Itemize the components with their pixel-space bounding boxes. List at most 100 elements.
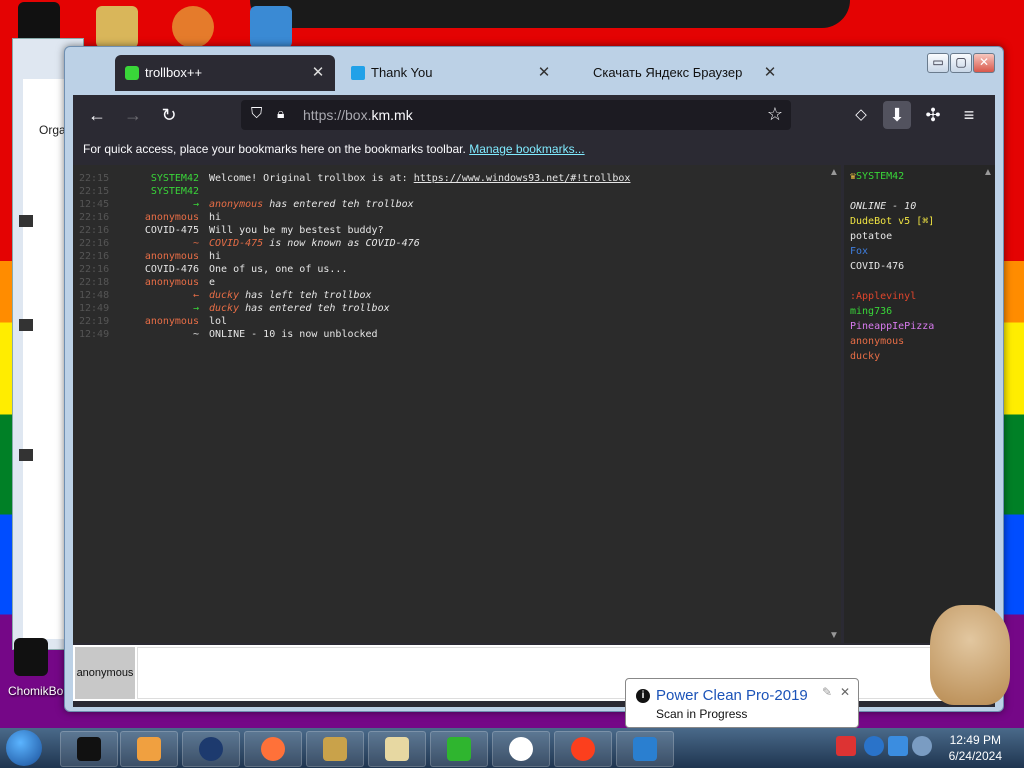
- desktop-top-shape: [250, 0, 850, 28]
- taskbar-app-yandex[interactable]: [492, 731, 550, 767]
- forward-arrow-icon[interactable]: →: [119, 101, 147, 129]
- close-button[interactable]: ✕: [973, 53, 995, 73]
- chat-message: ducky has left teh trollbox: [209, 290, 372, 301]
- maximize-button[interactable]: ▢: [950, 53, 972, 73]
- notification-subtitle: Scan in Progress: [656, 707, 748, 721]
- taskbar-app-globe[interactable]: [182, 731, 240, 767]
- chat-nick[interactable]: COVID-476: [113, 264, 199, 275]
- chat-nick[interactable]: →: [113, 303, 199, 314]
- lock-icon[interactable]: 🔒︎: [277, 105, 284, 122]
- scroll-down-icon[interactable]: ▼: [829, 630, 839, 641]
- chat-nick[interactable]: SYSTEM42: [113, 186, 199, 197]
- clock-time: 12:49 PM: [949, 733, 1001, 747]
- tab-label: trollbox++: [145, 65, 203, 80]
- chat-message: Will you be my bestest buddy?: [209, 225, 384, 236]
- chat-nick[interactable]: COVID-475: [113, 225, 199, 236]
- scroll-up-icon[interactable]: ▲: [983, 167, 993, 178]
- shield-icon[interactable]: ⛉: [251, 105, 262, 122]
- desktop-icon-browser[interactable]: [172, 6, 214, 48]
- desktop-icon-shield[interactable]: [250, 6, 292, 48]
- url-bar[interactable]: ⛉ 🔒︎ https://box.km.mk ☆: [241, 100, 791, 130]
- tab-label: Thank You: [371, 65, 433, 80]
- tray-icon-network[interactable]: [864, 736, 884, 756]
- user-list-item[interactable]: potatoe: [850, 231, 892, 242]
- user-list-item[interactable]: ducky: [850, 351, 880, 362]
- taskbar-app-security[interactable]: [616, 731, 674, 767]
- chat-message-text: lol: [209, 316, 228, 327]
- chat-nick[interactable]: →: [113, 199, 199, 210]
- chat-nick[interactable]: anonymous: [113, 212, 199, 223]
- back-arrow-icon[interactable]: ←: [83, 101, 111, 129]
- taskbar-app-chomikbox[interactable]: [306, 731, 364, 767]
- chat-message-text: has left teh trollbox: [239, 290, 372, 301]
- chat-link[interactable]: https://www.windows93.net/#!trollbox: [414, 173, 631, 184]
- bookmark-star-icon[interactable]: ☆: [767, 104, 783, 125]
- message-input[interactable]: [137, 647, 991, 699]
- pin-icon[interactable]: ✎: [822, 685, 832, 699]
- notification-close-button[interactable]: ✕: [840, 685, 850, 699]
- chat-timestamp: 22:15: [79, 186, 110, 197]
- user-list-scrollbar[interactable]: ▲: [981, 165, 995, 643]
- taskbar-app-terminal[interactable]: [60, 731, 118, 767]
- user-list-item[interactable]: anonymous: [850, 336, 904, 347]
- desktop-icon-chomikbox[interactable]: [14, 638, 48, 676]
- tab-close-icon[interactable]: ✕: [761, 63, 779, 81]
- chat-message-nick[interactable]: ducky: [209, 303, 239, 314]
- chat-nick[interactable]: ~: [113, 329, 199, 340]
- chat-message: lol: [209, 316, 227, 327]
- chat-timestamp: 12:48: [79, 290, 110, 301]
- user-list-item[interactable]: COVID-476: [850, 261, 904, 272]
- tray-icon-sync[interactable]: [912, 736, 932, 756]
- manage-bookmarks-link[interactable]: Manage bookmarks...: [469, 142, 584, 156]
- user-list-item[interactable]: PineappIePizza: [850, 321, 934, 332]
- chat-nick[interactable]: anonymous: [113, 251, 199, 262]
- online-count: ONLINE - 10: [850, 201, 917, 212]
- pocket-icon[interactable]: ◇: [847, 101, 875, 129]
- browser-content: ← → ↻ ⛉ 🔒︎ https://box.km.mk ☆ ◇ ⬇ ✣ ≡ F…: [73, 95, 995, 707]
- menu-icon[interactable]: ≡: [955, 101, 983, 129]
- chat-nick[interactable]: anonymous: [113, 277, 199, 288]
- user-list-item[interactable]: Fox: [850, 246, 868, 257]
- taskbar-app-media-player[interactable]: [120, 731, 178, 767]
- chat-nick[interactable]: ~: [113, 238, 199, 249]
- tab-close-icon[interactable]: ✕: [535, 63, 553, 81]
- chat-message-nick[interactable]: COVID-475: [209, 238, 263, 249]
- chat-message-nick[interactable]: ducky: [209, 290, 239, 301]
- tab-trollbox[interactable]: trollbox++ ✕: [115, 55, 335, 91]
- background-list-icon: [19, 319, 33, 331]
- user-list-item[interactable]: ming736: [850, 306, 892, 317]
- user-list-item[interactable]: DudeBot v5 [⌘]: [850, 216, 934, 227]
- power-clean-notification[interactable]: i Power Clean Pro-2019 Scan in Progress …: [625, 678, 859, 728]
- chat-message: COVID-475 is now known as COVID-476: [209, 238, 420, 249]
- tab-thank-you[interactable]: Thank You ✕: [341, 55, 561, 91]
- user-list-item[interactable]: :Applevinyl: [850, 291, 916, 302]
- chat-timestamp: 12:49: [79, 303, 110, 314]
- extensions-icon[interactable]: ✣: [919, 101, 947, 129]
- taskbar-app-firefox[interactable]: [244, 731, 302, 767]
- system-clock[interactable]: 12:49 PM 6/24/2024: [949, 732, 1002, 764]
- desktop-label-chomikbox[interactable]: ChomikBo: [8, 684, 63, 698]
- chat-timestamp: 12:49: [79, 329, 110, 340]
- chat-nick[interactable]: ←: [113, 290, 199, 301]
- taskbar-app-mail[interactable]: [368, 731, 426, 767]
- taskbar-app-yandex-green[interactable]: [430, 731, 488, 767]
- url-text[interactable]: https://box.km.mk: [303, 107, 413, 123]
- start-button[interactable]: [6, 730, 42, 766]
- chat-nick[interactable]: SYSTEM42: [113, 173, 199, 184]
- download-icon[interactable]: ⬇: [883, 101, 911, 129]
- reload-icon[interactable]: ↻: [155, 101, 183, 129]
- scroll-up-icon[interactable]: ▲: [829, 167, 839, 178]
- desktop-icon-folder[interactable]: [96, 6, 138, 48]
- taskbar-app-yandex-red[interactable]: [554, 731, 612, 767]
- tab-yandex-download[interactable]: Скачать Яндекс Браузер ✕: [567, 55, 787, 91]
- chat-message-nick[interactable]: anonymous: [209, 199, 263, 210]
- chat-message-text: Will you be my bestest buddy?: [209, 225, 384, 236]
- tab-close-icon[interactable]: ✕: [309, 63, 327, 81]
- tray-icon-alert[interactable]: [836, 736, 856, 756]
- minimize-button[interactable]: ▭: [927, 53, 949, 73]
- tray-icon-display[interactable]: [888, 736, 908, 756]
- chat-nick[interactable]: anonymous: [113, 316, 199, 327]
- chat-scrollbar[interactable]: ▲ ▼: [827, 165, 841, 643]
- chat-log: 22:15 SYSTEM42 Welcome! Original trollbox …: [73, 165, 841, 643]
- nickname-button[interactable]: anonymous: [75, 647, 135, 699]
